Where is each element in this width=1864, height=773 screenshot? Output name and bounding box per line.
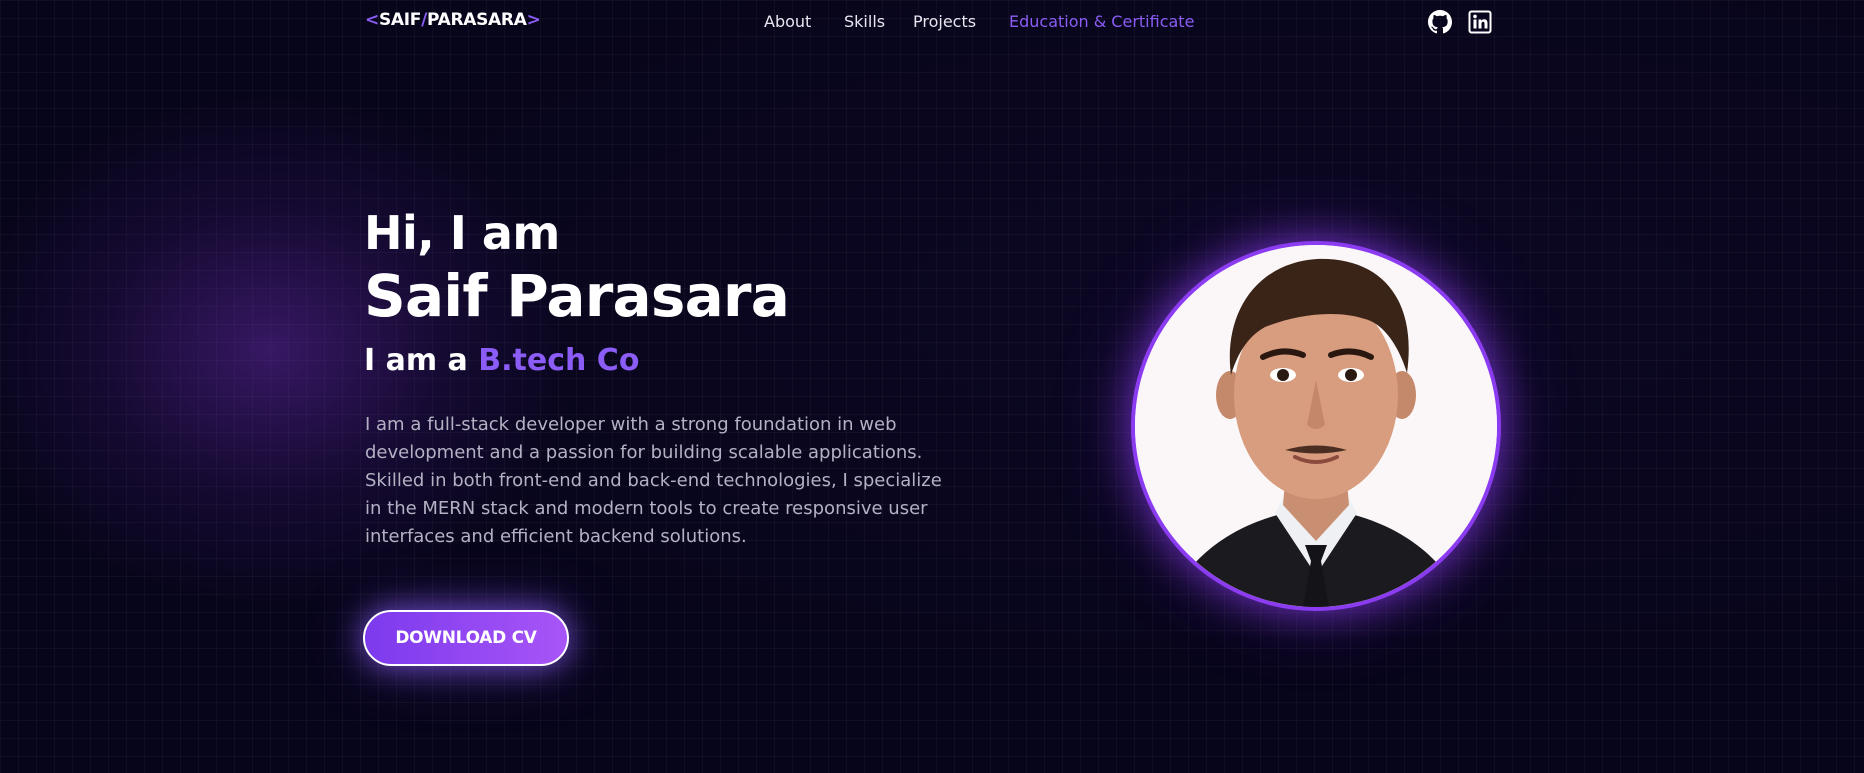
role-highlight: B.tech Co (478, 343, 640, 378)
nav-link-projects[interactable]: Projects (913, 12, 976, 31)
hero-description: I am a full-stack developer with a stron… (365, 414, 942, 547)
nav-link-about[interactable]: About (764, 12, 811, 31)
navbar: < SAIF / PARASARA > About Skills Project… (0, 0, 1864, 44)
nav-link-education[interactable]: Education & Certificate (1009, 12, 1194, 31)
nav-link-skills[interactable]: Skills (844, 12, 885, 31)
profile-photo (1131, 241, 1501, 611)
ambient-glow (0, 0, 1864, 773)
site-logo[interactable]: < SAIF / PARASARA > (365, 10, 541, 30)
logo-last: PARASARA (427, 10, 527, 30)
role-prefix: I am a (364, 343, 468, 378)
logo-first: SAIF (378, 10, 422, 30)
logo-gt: > (526, 10, 541, 30)
download-cv-button[interactable]: DOWNLOAD CV (363, 610, 569, 666)
hero-greeting: Hi, I am (364, 206, 560, 260)
hero-role: I am a B.tech Co (364, 343, 639, 378)
github-icon[interactable] (1428, 10, 1452, 34)
logo-lt: < (365, 10, 379, 30)
hero-name: Saif Parasara (364, 262, 790, 330)
linkedin-icon[interactable] (1468, 10, 1492, 34)
